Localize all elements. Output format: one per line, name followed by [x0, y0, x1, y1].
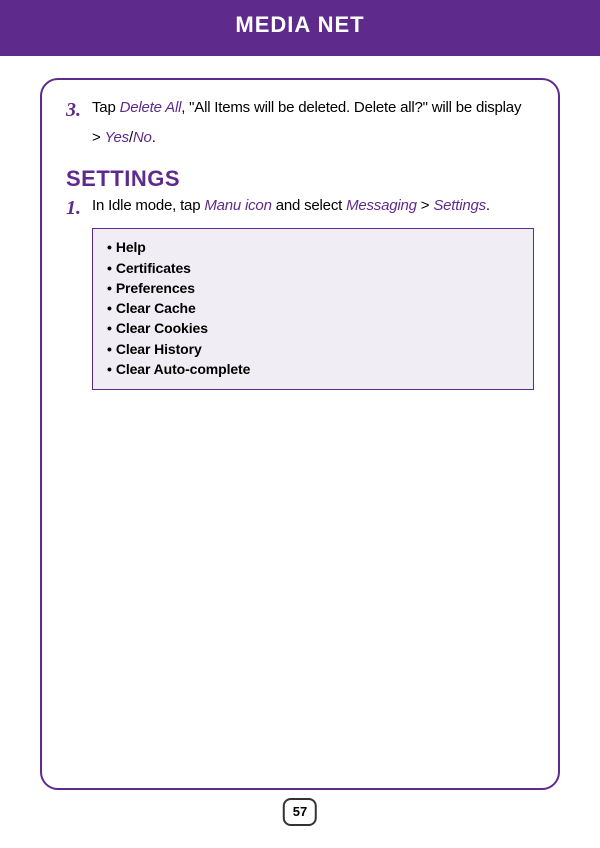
page-title: MEDIA NET: [235, 12, 364, 38]
step-3-text-a: Tap: [92, 99, 120, 116]
list-item: •Clear History: [107, 339, 519, 359]
step-1-text-a: In Idle mode, tap: [92, 197, 204, 214]
bullet-icon: •: [107, 260, 112, 276]
list-item: •Certificates: [107, 258, 519, 278]
page-number: 57: [293, 804, 307, 819]
bullet-icon: •: [107, 320, 112, 336]
manu-icon-link: Manu icon: [204, 197, 271, 214]
step-3: 3. Tap Delete All, "All Items will be de…: [66, 98, 540, 122]
option-label: Certificates: [116, 260, 191, 276]
step-1-text: In Idle mode, tap Manu icon and select M…: [92, 196, 490, 216]
option-label: Preferences: [116, 280, 195, 296]
list-item: •Help: [107, 237, 519, 257]
step-3-text-b: , "All Items will be deleted. Delete all…: [181, 99, 521, 116]
bullet-icon: •: [107, 280, 112, 296]
no-link: No: [133, 129, 152, 146]
step-1-number: 1.: [66, 196, 92, 220]
header-bar: MEDIA NET: [0, 0, 600, 56]
step-3-text: Tap Delete All, "All Items will be delet…: [92, 98, 521, 118]
list-item: •Clear Auto-complete: [107, 359, 519, 379]
step-1: 1. In Idle mode, tap Manu icon and selec…: [66, 196, 540, 220]
step-1-text-c: >: [417, 197, 434, 214]
option-label: Clear History: [116, 341, 202, 357]
page-number-badge: 57: [283, 798, 317, 826]
option-label: Clear Cookies: [116, 320, 208, 336]
list-item: •Clear Cache: [107, 298, 519, 318]
bullet-icon: •: [107, 361, 112, 377]
option-label: Clear Auto-complete: [116, 361, 251, 377]
step-1-text-d: .: [486, 197, 490, 214]
bullet-icon: •: [107, 239, 112, 255]
step-3-cont-b: .: [152, 129, 156, 146]
delete-all-link: Delete All: [120, 99, 182, 116]
step-3-number: 3.: [66, 98, 92, 122]
bullet-icon: •: [107, 300, 112, 316]
bullet-icon: •: [107, 341, 112, 357]
step-3-cont-a: >: [92, 129, 105, 146]
step-1-text-b: and select: [272, 197, 346, 214]
step-3-continuation: > Yes/No.: [66, 128, 540, 148]
list-item: •Clear Cookies: [107, 318, 519, 338]
yes-link: Yes: [105, 129, 129, 146]
content-frame: 3. Tap Delete All, "All Items will be de…: [40, 78, 560, 790]
option-label: Help: [116, 239, 146, 255]
settings-heading: SETTINGS: [66, 166, 540, 192]
settings-link: Settings: [433, 197, 486, 214]
list-item: •Preferences: [107, 278, 519, 298]
option-label: Clear Cache: [116, 300, 196, 316]
options-box: •Help •Certificates •Preferences •Clear …: [92, 228, 534, 390]
messaging-link: Messaging: [346, 197, 417, 214]
